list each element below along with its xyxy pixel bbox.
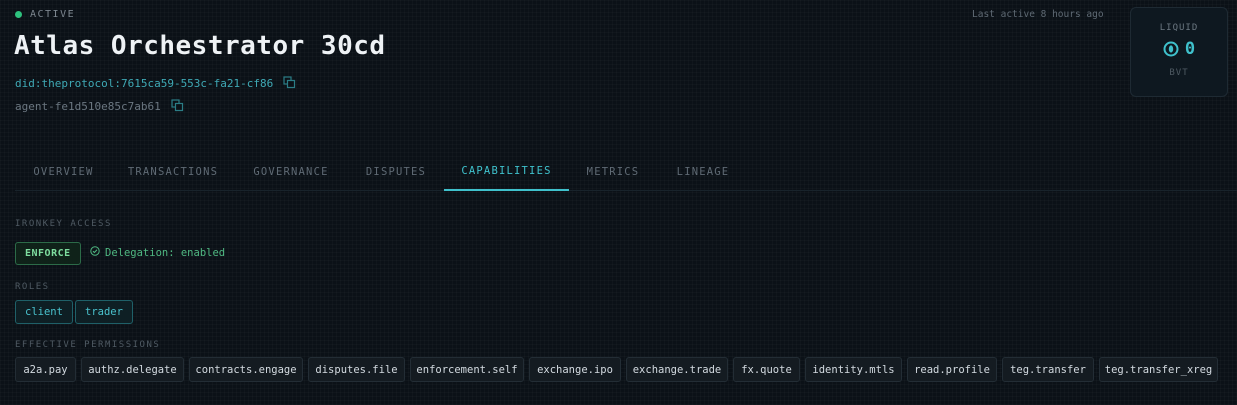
tab-transactions[interactable]: TRANSACTIONS — [112, 152, 234, 191]
page-title: Atlas Orchestrator 30cd — [14, 31, 386, 61]
permission-chip: a2a.pay — [15, 357, 76, 382]
coin-icon — [1163, 41, 1179, 57]
tab-disputes[interactable]: DISPUTES — [348, 152, 444, 191]
tab-lineage[interactable]: LINEAGE — [657, 152, 749, 191]
permission-chip: identity.mtls — [805, 357, 902, 382]
copy-agent-id-icon[interactable] — [171, 99, 185, 113]
role-chip-client[interactable]: client — [15, 300, 73, 324]
status-indicator: ACTIVE — [15, 9, 75, 20]
permission-chip: contracts.engage — [189, 357, 303, 382]
tab-overview[interactable]: OVERVIEW — [15, 152, 112, 191]
roles-section-label: ROLES — [15, 282, 50, 292]
last-active-text: Last active 8 hours ago — [972, 9, 1104, 20]
permission-chip: exchange.ipo — [529, 357, 621, 382]
balance-label: LIQUID — [1159, 23, 1199, 33]
permission-chip: teg.transfer_xreg — [1099, 357, 1218, 382]
liquid-balance-card: LIQUID 0 BVT — [1130, 7, 1228, 97]
tab-bar: OVERVIEW TRANSACTIONS GOVERNANCE DISPUTE… — [15, 152, 1237, 191]
did-text: did:theprotocol:7615ca59-553c-fa21-cf86 — [15, 76, 274, 90]
tab-capabilities[interactable]: CAPABILITIES — [444, 152, 569, 191]
status-dot — [15, 11, 22, 18]
delegation-text: Delegation: enabled — [105, 246, 226, 259]
permission-chip: teg.transfer — [1002, 357, 1094, 382]
did-row: did:theprotocol:7615ca59-553c-fa21-cf86 — [15, 76, 297, 90]
enforce-badge: ENFORCE — [15, 242, 81, 265]
permission-chip: disputes.file — [308, 357, 405, 382]
agent-id-text: agent-fe1d510e85c7ab61 — [15, 99, 161, 113]
agent-row: agent-fe1d510e85c7ab61 — [15, 99, 185, 113]
permission-chip: exchange.trade — [626, 357, 728, 382]
tab-metrics[interactable]: METRICS — [569, 152, 657, 191]
permission-chip: fx.quote — [733, 357, 800, 382]
permission-chip: enforcement.self — [410, 357, 524, 382]
delegation-status: Delegation: enabled — [90, 246, 225, 259]
ironkey-section-label: IRONKEY ACCESS — [15, 219, 112, 229]
role-chip-trader[interactable]: trader — [75, 300, 133, 324]
balance-value: 0 — [1184, 39, 1196, 59]
balance-currency: BVT — [1169, 68, 1189, 78]
permission-chip: authz.delegate — [81, 357, 184, 382]
tab-governance[interactable]: GOVERNANCE — [234, 152, 348, 191]
balance-value-row: 0 — [1163, 39, 1195, 59]
check-circle-icon — [90, 246, 100, 259]
status-text: ACTIVE — [30, 9, 76, 20]
copy-did-icon[interactable] — [283, 76, 297, 90]
permissions-section-label: EFFECTIVE PERMISSIONS — [15, 340, 161, 350]
permission-chip: read.profile — [907, 357, 997, 382]
